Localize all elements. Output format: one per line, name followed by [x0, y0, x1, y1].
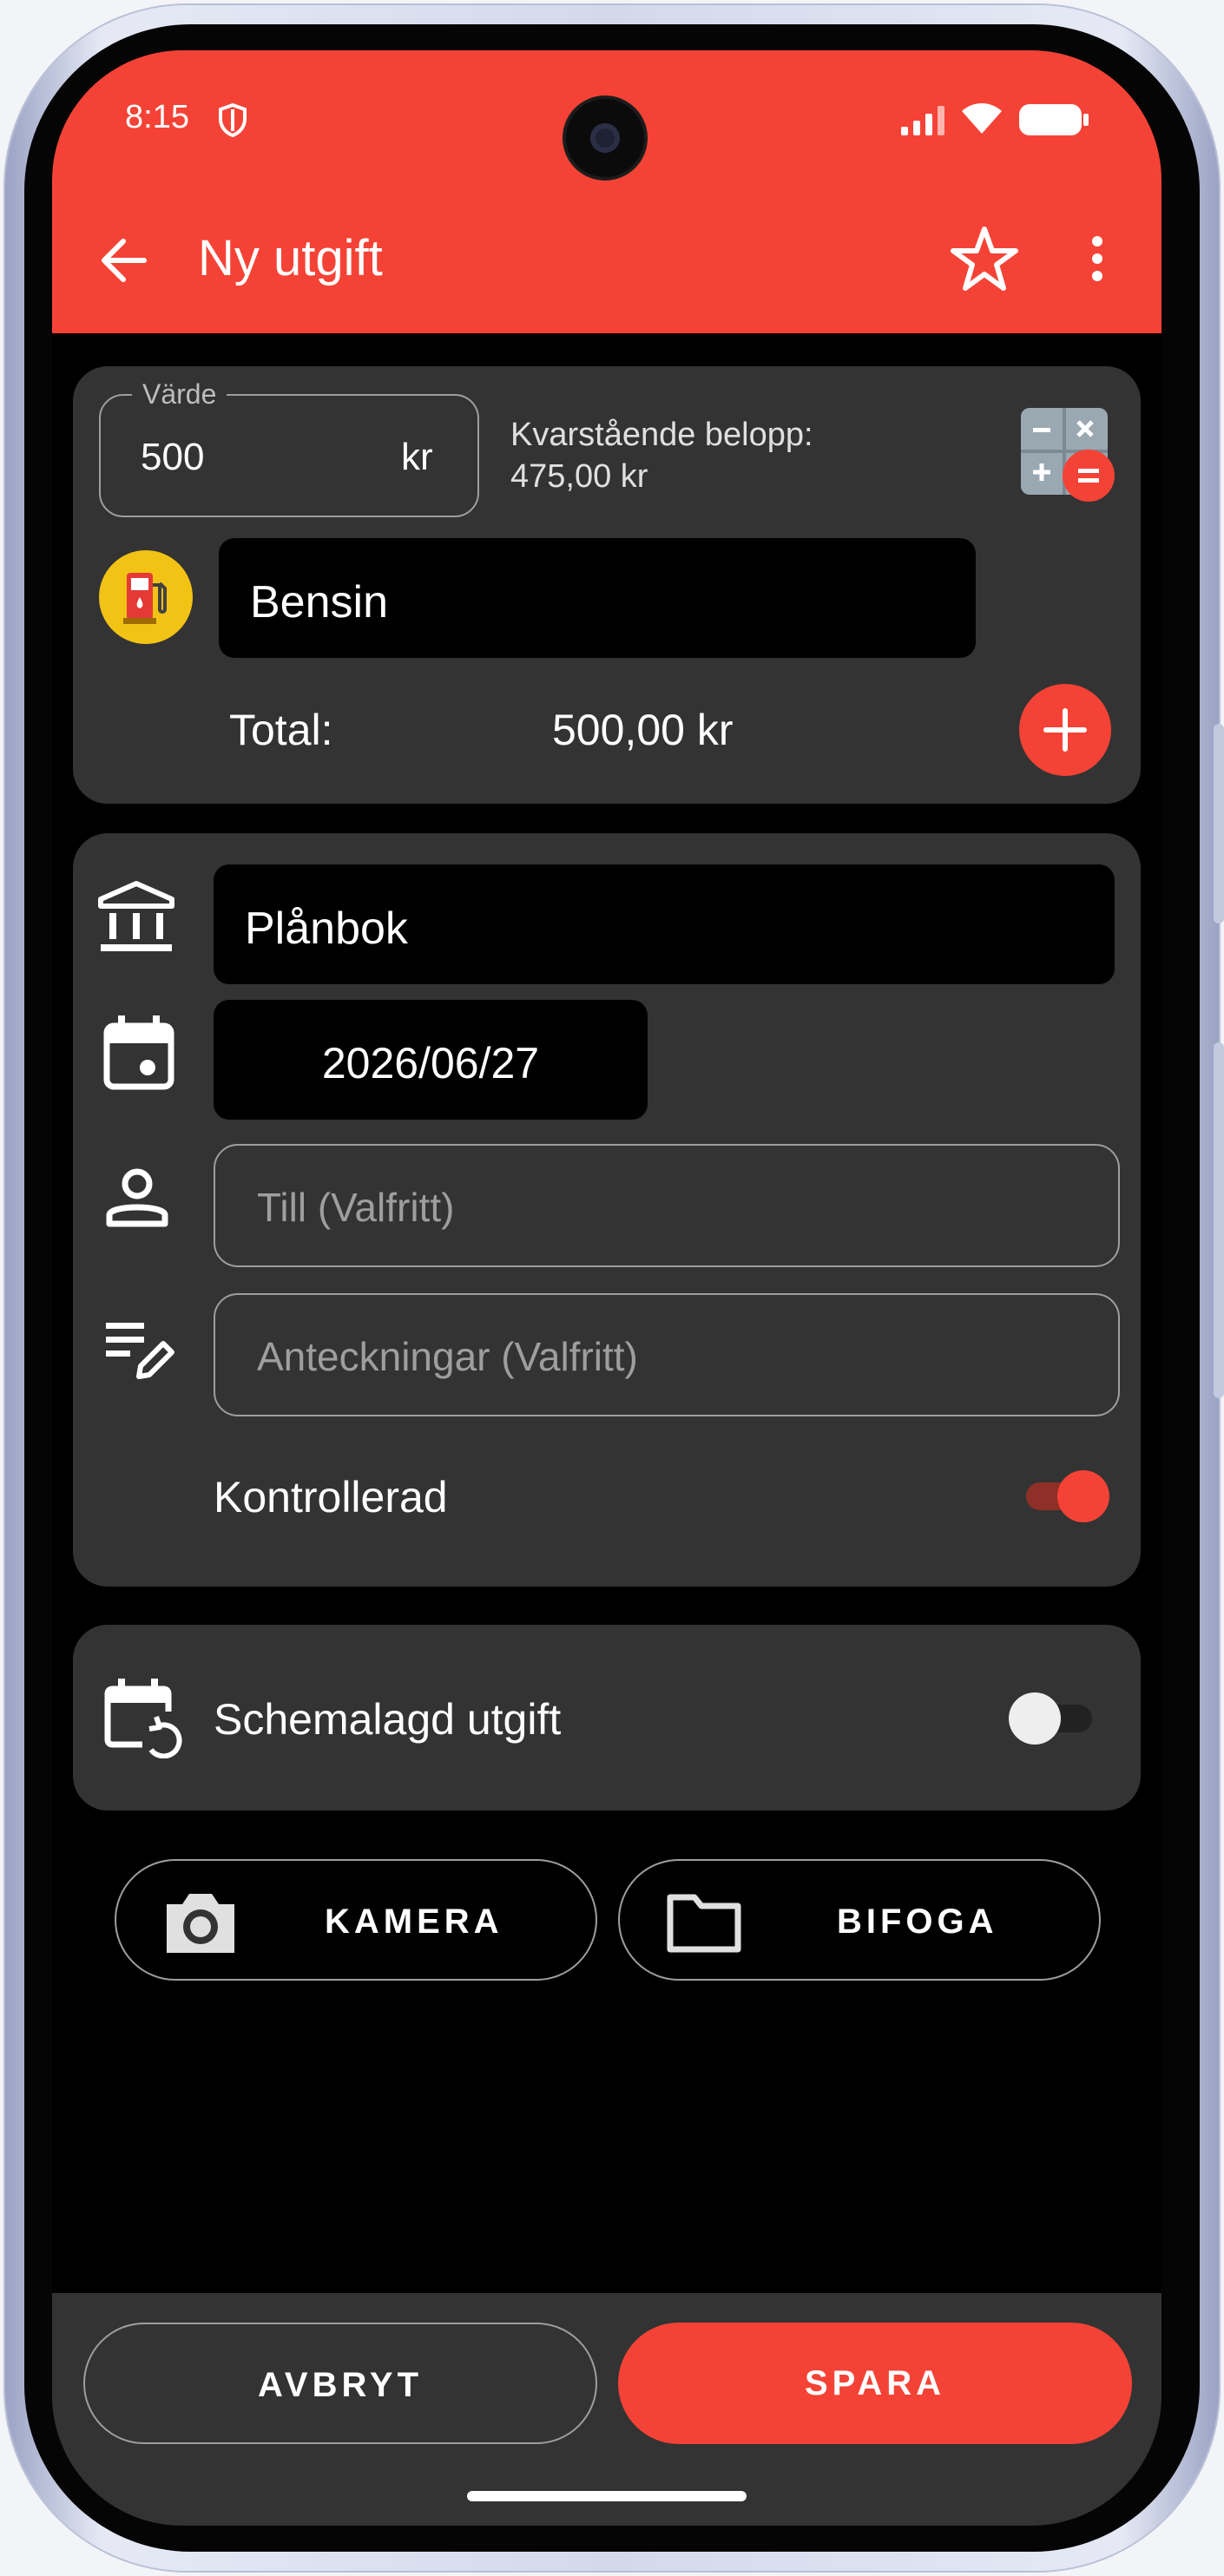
cancel-button-label: AVBRYT	[258, 2366, 423, 2404]
person-icon	[104, 1168, 170, 1229]
date-value: 2026/06/27	[321, 1039, 540, 1088]
star-outline-icon[interactable]	[948, 224, 1021, 293]
front-camera	[563, 95, 648, 181]
camera-icon	[161, 1887, 240, 1956]
checked-label: Kontrollerad	[214, 1473, 448, 1521]
back-arrow-icon[interactable]	[97, 236, 149, 285]
shield-icon	[217, 102, 248, 137]
page-title: Ny utgift	[198, 230, 383, 286]
attach-button[interactable]: BIFOGA	[618, 1859, 1101, 1981]
bottom-action-bar: AVBRYT SPARA	[52, 2293, 1161, 2526]
volume-button	[1214, 724, 1224, 923]
currency-suffix: kr	[401, 436, 433, 478]
amount-card: Värde 500 kr Kvarstående belopp: 475,00 …	[73, 366, 1141, 804]
value-field-label: Värde	[132, 378, 227, 411]
add-split-button[interactable]	[1017, 682, 1113, 778]
total-label: Total:	[229, 706, 333, 754]
notes-edit-icon	[104, 1318, 177, 1383]
calculator-icon[interactable]	[1019, 406, 1116, 503]
category-value: Bensin	[250, 577, 388, 628]
schedule-switch[interactable]	[1005, 1691, 1096, 1746]
checked-switch[interactable]	[1023, 1469, 1113, 1524]
camera-button[interactable]: KAMERA	[115, 1859, 597, 1981]
camera-button-label: KAMERA	[325, 1902, 503, 1941]
fuel-pump-icon	[99, 550, 193, 644]
save-button-label: SPARA	[804, 2364, 946, 2402]
schedule-label: Schemalagd utgift	[214, 1695, 562, 1744]
attach-button-label: BIFOGA	[837, 1902, 998, 1941]
app-bar: 8:15 Ny utgift	[52, 50, 1161, 333]
status-time: 8:15	[125, 99, 189, 135]
details-card: Plånbok 2026/06/27 Till (Valfritt) Antec…	[73, 833, 1141, 1587]
screen: 8:15 Ny utgift Värde 500 kr Kvarstående …	[52, 50, 1161, 2526]
more-vert-icon[interactable]	[1090, 234, 1104, 283]
wifi-icon	[960, 101, 1004, 135]
calendar-icon	[102, 1014, 175, 1092]
schedule-card: Schemalagd utgift	[73, 1625, 1141, 1810]
power-button	[1214, 1042, 1224, 1398]
home-indicator[interactable]	[467, 2491, 747, 2501]
save-button[interactable]: SPARA	[618, 2323, 1132, 2444]
folder-icon	[665, 1890, 743, 1955]
battery-icon	[1017, 102, 1090, 137]
notes-placeholder: Anteckningar (Valfritt)	[257, 1334, 638, 1379]
payee-placeholder: Till (Valfritt)	[257, 1185, 455, 1230]
calendar-repeat-icon	[102, 1677, 186, 1758]
remaining-label: Kvarstående belopp:	[510, 417, 813, 453]
account-value: Plånbok	[245, 904, 408, 954]
value-input[interactable]: 500	[141, 436, 204, 479]
remaining-value: 475,00 kr	[510, 458, 648, 495]
bank-icon	[97, 880, 175, 955]
signal-icon	[899, 104, 948, 135]
status-bar: 8:15	[52, 50, 1161, 189]
total-value: 500,00 kr	[552, 706, 734, 754]
cancel-button[interactable]: AVBRYT	[83, 2323, 597, 2444]
